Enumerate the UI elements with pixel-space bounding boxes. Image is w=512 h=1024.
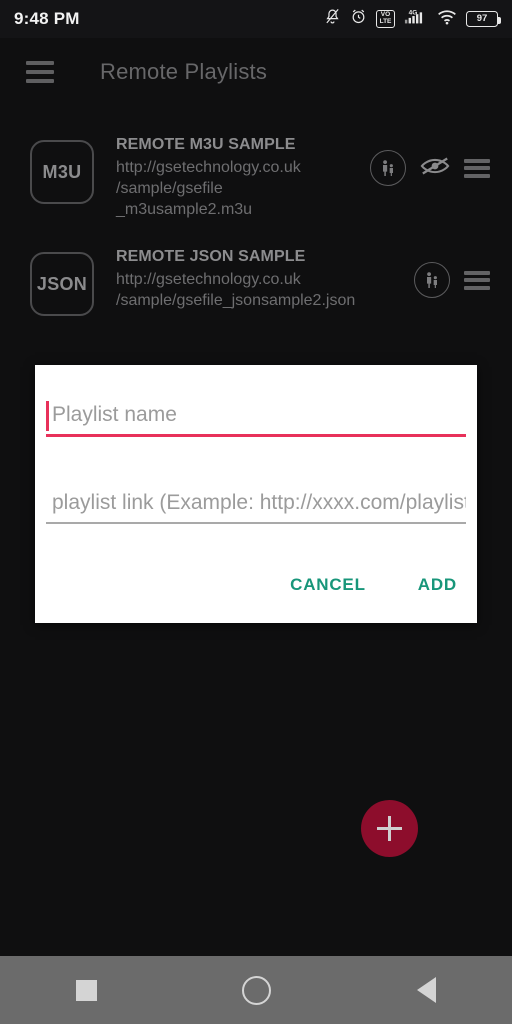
- parental-control-icon[interactable]: [414, 262, 450, 298]
- status-icon-tray: VO LTE 4G 97: [324, 8, 502, 30]
- status-bar: 9:48 PM VO LTE 4G 97: [0, 0, 512, 38]
- list-item-url-line-2: /sample/gsefile_jsonsample2.json: [116, 292, 356, 309]
- add-playlist-dialog: CANCEL ADD: [35, 365, 477, 623]
- playlist-list: M3U REMOTE M3U SAMPLE http://gsetechnolo…: [0, 118, 512, 340]
- drag-handle-icon[interactable]: [464, 158, 490, 178]
- home-button[interactable]: [171, 975, 341, 1005]
- square-recents-icon: [75, 979, 97, 1001]
- drag-handle-icon[interactable]: [464, 270, 490, 290]
- back-button[interactable]: [341, 977, 511, 1003]
- circle-home-icon: [241, 975, 271, 1005]
- signal-4g-icon: 4G: [404, 8, 428, 30]
- svg-text:4G: 4G: [409, 10, 418, 17]
- list-item-url-line-2: /sample/gsefile: [116, 180, 223, 197]
- list-item-actions: [370, 150, 496, 186]
- add-playlist-fab[interactable]: [361, 800, 418, 857]
- wifi-icon: [437, 8, 457, 30]
- playlist-name-underline: [46, 434, 466, 437]
- playlist-link-input[interactable]: [46, 491, 466, 522]
- list-item-title: REMOTE M3U SAMPLE: [116, 136, 296, 153]
- playlist-type-badge: M3U: [30, 140, 94, 204]
- list-item-actions: [414, 262, 496, 298]
- triangle-back-icon: [416, 977, 436, 1003]
- list-item-url-line-1: http://gsetechnology.co.uk: [116, 159, 301, 176]
- volte-icon: VO LTE: [376, 10, 395, 28]
- cancel-button[interactable]: CANCEL: [288, 569, 368, 601]
- page-title: Remote Playlists: [100, 59, 268, 84]
- list-item[interactable]: JSON REMOTE JSON SAMPLE http://gsetechno…: [0, 230, 512, 340]
- bell-muted-icon: [324, 8, 341, 30]
- battery-icon: 97: [466, 11, 502, 27]
- plus-icon-vertical: [388, 816, 391, 841]
- list-item-url-line-1: http://gsetechnology.co.uk: [116, 271, 301, 288]
- android-navigation-bar: [0, 956, 512, 1024]
- playlist-name-input[interactable]: [46, 403, 466, 434]
- dialog-action-bar: CANCEL ADD: [288, 569, 459, 601]
- list-item-title: REMOTE JSON SAMPLE: [116, 248, 306, 265]
- text-cursor: [46, 401, 49, 431]
- parental-control-icon[interactable]: [370, 150, 406, 186]
- status-time: 9:48 PM: [14, 9, 80, 28]
- volte-bottom-label: LTE: [379, 18, 392, 25]
- recents-button[interactable]: [1, 979, 171, 1001]
- list-item-text: REMOTE M3U SAMPLE http://gsetechnology.c…: [116, 136, 370, 220]
- playlist-type-badge: JSON: [30, 252, 94, 316]
- list-item-url-line-3: _m3usample2.m3u: [116, 201, 253, 218]
- playlist-link-field[interactable]: [46, 491, 466, 524]
- list-item[interactable]: M3U REMOTE M3U SAMPLE http://gsetechnolo…: [0, 118, 512, 230]
- add-button[interactable]: ADD: [416, 569, 459, 601]
- app-bar: Remote Playlists: [0, 38, 512, 106]
- alarm-clock-icon: [350, 8, 367, 30]
- list-item-text: REMOTE JSON SAMPLE http://gsetechnology.…: [116, 248, 414, 311]
- eye-hidden-icon[interactable]: [420, 155, 450, 182]
- hamburger-menu-icon[interactable]: [26, 61, 54, 83]
- playlist-link-underline: [46, 522, 466, 524]
- playlist-name-field[interactable]: [46, 403, 466, 437]
- battery-level-label: 97: [476, 13, 488, 25]
